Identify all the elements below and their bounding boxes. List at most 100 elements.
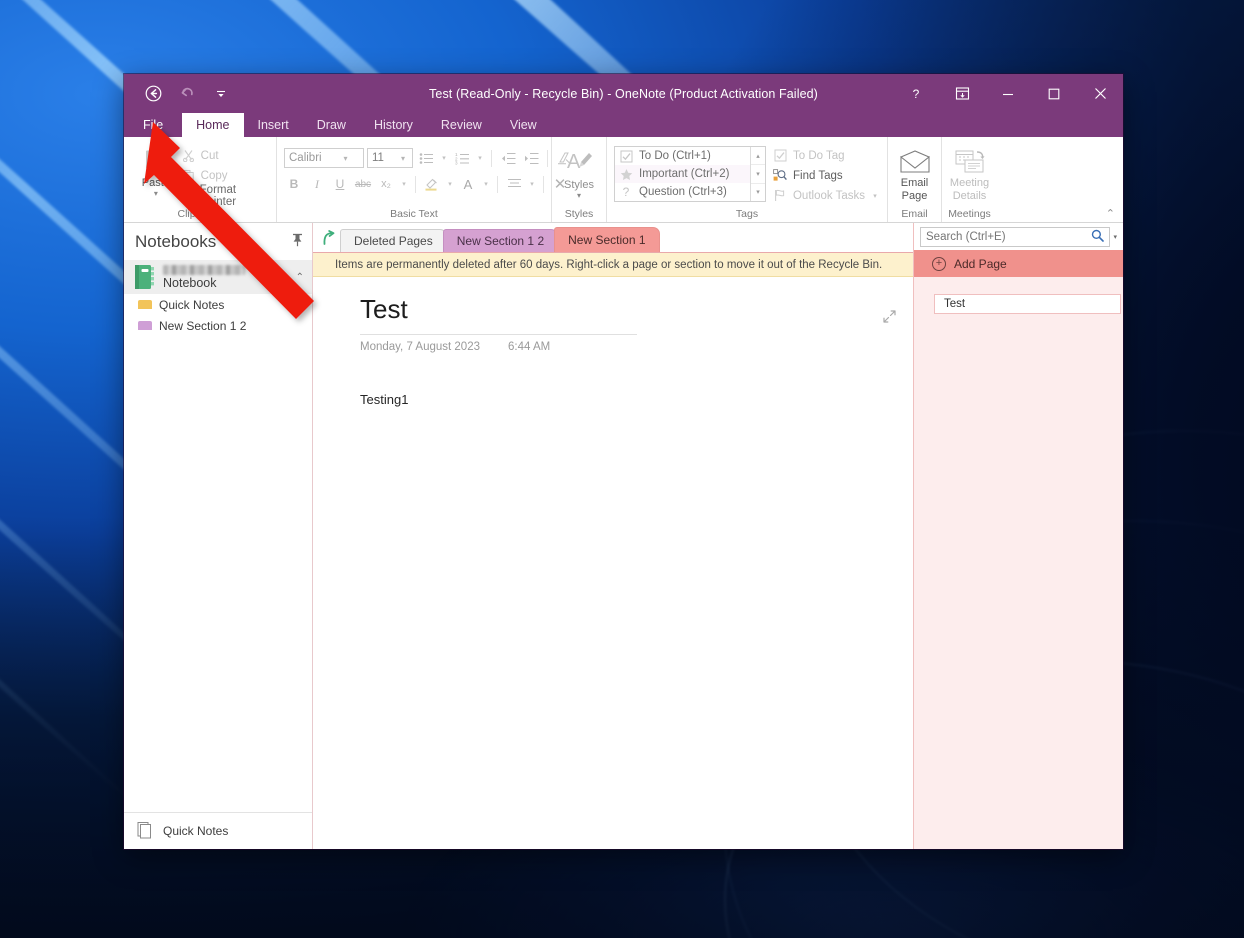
section-tab-new-section-1[interactable]: New Section 1 <box>554 227 659 252</box>
more-icon[interactable]: ▾ <box>751 184 765 201</box>
text-highlight-icon[interactable] <box>422 174 442 194</box>
subscript-dropdown-icon[interactable]: ▾ <box>399 174 409 194</box>
to-do-tag-button[interactable]: To Do Tag <box>773 147 880 164</box>
customize-quick-access-toolbar-icon[interactable] <box>211 84 231 104</box>
ribbon-display-options-button[interactable] <box>939 74 985 113</box>
email-page-button[interactable]: Email Page <box>895 146 934 203</box>
ribbon-group-styles: A Styles ▾ Styles <box>551 137 606 222</box>
maximize-button[interactable] <box>1031 74 1077 113</box>
expand-page-icon[interactable] <box>883 310 896 326</box>
help-button[interactable]: ? <box>893 74 939 113</box>
clipboard-commands: Cut Copy Format Painter <box>181 144 269 204</box>
bold-button[interactable]: B <box>284 174 304 194</box>
tags-gallery[interactable]: To Do (Ctrl+1) Important (Ctrl+2) ? Ques… <box>614 146 766 202</box>
paste-dropdown-icon[interactable]: ▾ <box>154 190 158 198</box>
navigate-back-section-icon[interactable] <box>318 230 340 252</box>
subscript-button[interactable]: x₂ <box>376 174 396 194</box>
font-size-value: 11 <box>368 152 390 164</box>
collapse-ribbon-icon[interactable]: ⌃ <box>1106 207 1115 220</box>
paste-button[interactable]: Paste ▾ <box>131 144 181 198</box>
copy-label: Copy <box>201 170 228 182</box>
search-input[interactable] <box>924 230 1089 244</box>
section-tab-new-section-1-2[interactable]: New Section 1 2 <box>443 229 558 252</box>
increase-indent-icon[interactable] <box>521 148 541 168</box>
section-tab-deleted-pages[interactable]: Deleted Pages <box>340 229 447 252</box>
sidebar-section-label: Quick Notes <box>159 298 224 312</box>
notebook-row[interactable]: Notebook ⌃ <box>124 260 312 294</box>
format-painter-button[interactable]: Format Painter <box>181 187 269 204</box>
font-size-combobox[interactable]: 11 ▾ <box>367 148 413 168</box>
ribbon-tab-insert[interactable]: Insert <box>244 113 303 137</box>
tag-label: Question (Ctrl+3) <box>639 186 727 198</box>
page-canvas[interactable]: Test Monday, 7 August 2023 6:44 AM Testi… <box>313 277 913 849</box>
minimize-button[interactable] <box>985 74 1031 113</box>
add-page-button[interactable]: + Add Page <box>914 250 1123 277</box>
tag-label: To Do (Ctrl+1) <box>639 150 711 162</box>
outlook-tasks-button[interactable]: Outlook Tasks ▾ <box>773 187 880 204</box>
outlook-tasks-dropdown-icon[interactable]: ▾ <box>870 186 880 206</box>
tags-gallery-scrollbar[interactable]: ▴ ▾ ▾ <box>750 147 765 201</box>
ribbon-tab-view[interactable]: View <box>496 113 551 137</box>
underline-button[interactable]: U <box>330 174 350 194</box>
close-button[interactable] <box>1077 74 1123 113</box>
ribbon-tab-review[interactable]: Review <box>427 113 496 137</box>
sidebar-section-quick-notes[interactable]: Quick Notes <box>124 294 312 315</box>
flag-icon <box>773 188 788 203</box>
font-name-combobox[interactable]: Calibri ▾ <box>284 148 364 168</box>
recycle-bin-banner-text: Items are permanently deleted after 60 d… <box>335 259 882 271</box>
styles-dropdown-icon[interactable]: ▾ <box>577 192 581 200</box>
search-options-dropdown-icon[interactable]: ▾ <box>1110 233 1117 241</box>
meeting-details-button[interactable]: Meeting Details <box>949 146 990 203</box>
divider <box>491 150 492 167</box>
cut-button[interactable]: Cut <box>181 147 269 164</box>
font-name-value: Calibri <box>285 152 324 164</box>
page-title[interactable]: Test <box>360 294 408 325</box>
search-box[interactable] <box>920 227 1110 247</box>
notebooks-title: Notebooks <box>135 232 291 252</box>
font-name-dropdown-icon[interactable]: ▾ <box>324 154 363 163</box>
styles-label: Styles <box>564 179 594 191</box>
decrease-indent-icon[interactable] <box>498 148 518 168</box>
font-size-dropdown-icon[interactable]: ▾ <box>390 154 412 163</box>
scroll-up-icon[interactable]: ▴ <box>751 147 765 165</box>
back-icon[interactable] <box>143 84 163 104</box>
title-bar[interactable]: Test (Read-Only - Recycle Bin) - OneNote… <box>124 74 1123 113</box>
ribbon-tab-file[interactable]: File <box>124 113 182 137</box>
copy-button[interactable]: Copy <box>181 167 269 184</box>
tag-item-todo[interactable]: To Do (Ctrl+1) <box>615 147 750 165</box>
email-group-label: Email <box>888 207 941 222</box>
align-dropdown-icon[interactable]: ▾ <box>527 174 537 194</box>
chevron-up-icon[interactable]: ⌃ <box>296 272 306 283</box>
find-tags-button[interactable]: Find Tags <box>773 167 880 184</box>
pin-icon[interactable] <box>291 233 304 250</box>
quick-notes-footer-button[interactable]: Quick Notes <box>124 812 312 849</box>
notebook-names: Notebook <box>163 265 289 290</box>
text-highlight-dropdown-icon[interactable]: ▾ <box>445 174 455 194</box>
find-tags-label: Find Tags <box>793 170 843 182</box>
recycle-bin-banner: Items are permanently deleted after 60 d… <box>313 253 913 277</box>
undo-icon[interactable] <box>177 84 197 104</box>
bullets-icon[interactable] <box>416 148 436 168</box>
strikethrough-button[interactable]: abc <box>353 174 373 194</box>
ribbon-tab-draw[interactable]: Draw <box>303 113 360 137</box>
font-color-icon[interactable]: A <box>458 174 478 194</box>
align-icon[interactable] <box>504 174 524 194</box>
numbering-dropdown-icon[interactable]: ▾ <box>475 148 485 168</box>
magnifier-icon[interactable] <box>1089 229 1106 245</box>
scroll-down-icon[interactable]: ▾ <box>751 165 765 183</box>
page-list-item-test[interactable]: Test <box>934 294 1121 314</box>
email-page-label: Email Page <box>895 177 934 203</box>
numbering-icon[interactable]: 123 <box>452 148 472 168</box>
ribbon-tab-history[interactable]: History <box>360 113 427 137</box>
clipboard-group-label: Clipboard <box>124 207 276 222</box>
tags-commands: To Do Tag Find Tags Outlook Tasks ▾ <box>766 146 880 204</box>
tag-item-question[interactable]: ? Question (Ctrl+3) <box>615 183 750 201</box>
font-color-dropdown-icon[interactable]: ▾ <box>481 174 491 194</box>
sidebar-section-new-section-1-2[interactable]: New Section 1 2 <box>124 315 312 336</box>
tag-item-important[interactable]: Important (Ctrl+2) <box>615 165 750 183</box>
styles-button[interactable]: A Styles ▾ <box>559 147 599 200</box>
italic-button[interactable]: I <box>307 174 327 194</box>
bullets-dropdown-icon[interactable]: ▾ <box>439 148 449 168</box>
ribbon-tab-home[interactable]: Home <box>182 113 243 137</box>
page-body-text[interactable]: Testing1 <box>360 392 408 407</box>
